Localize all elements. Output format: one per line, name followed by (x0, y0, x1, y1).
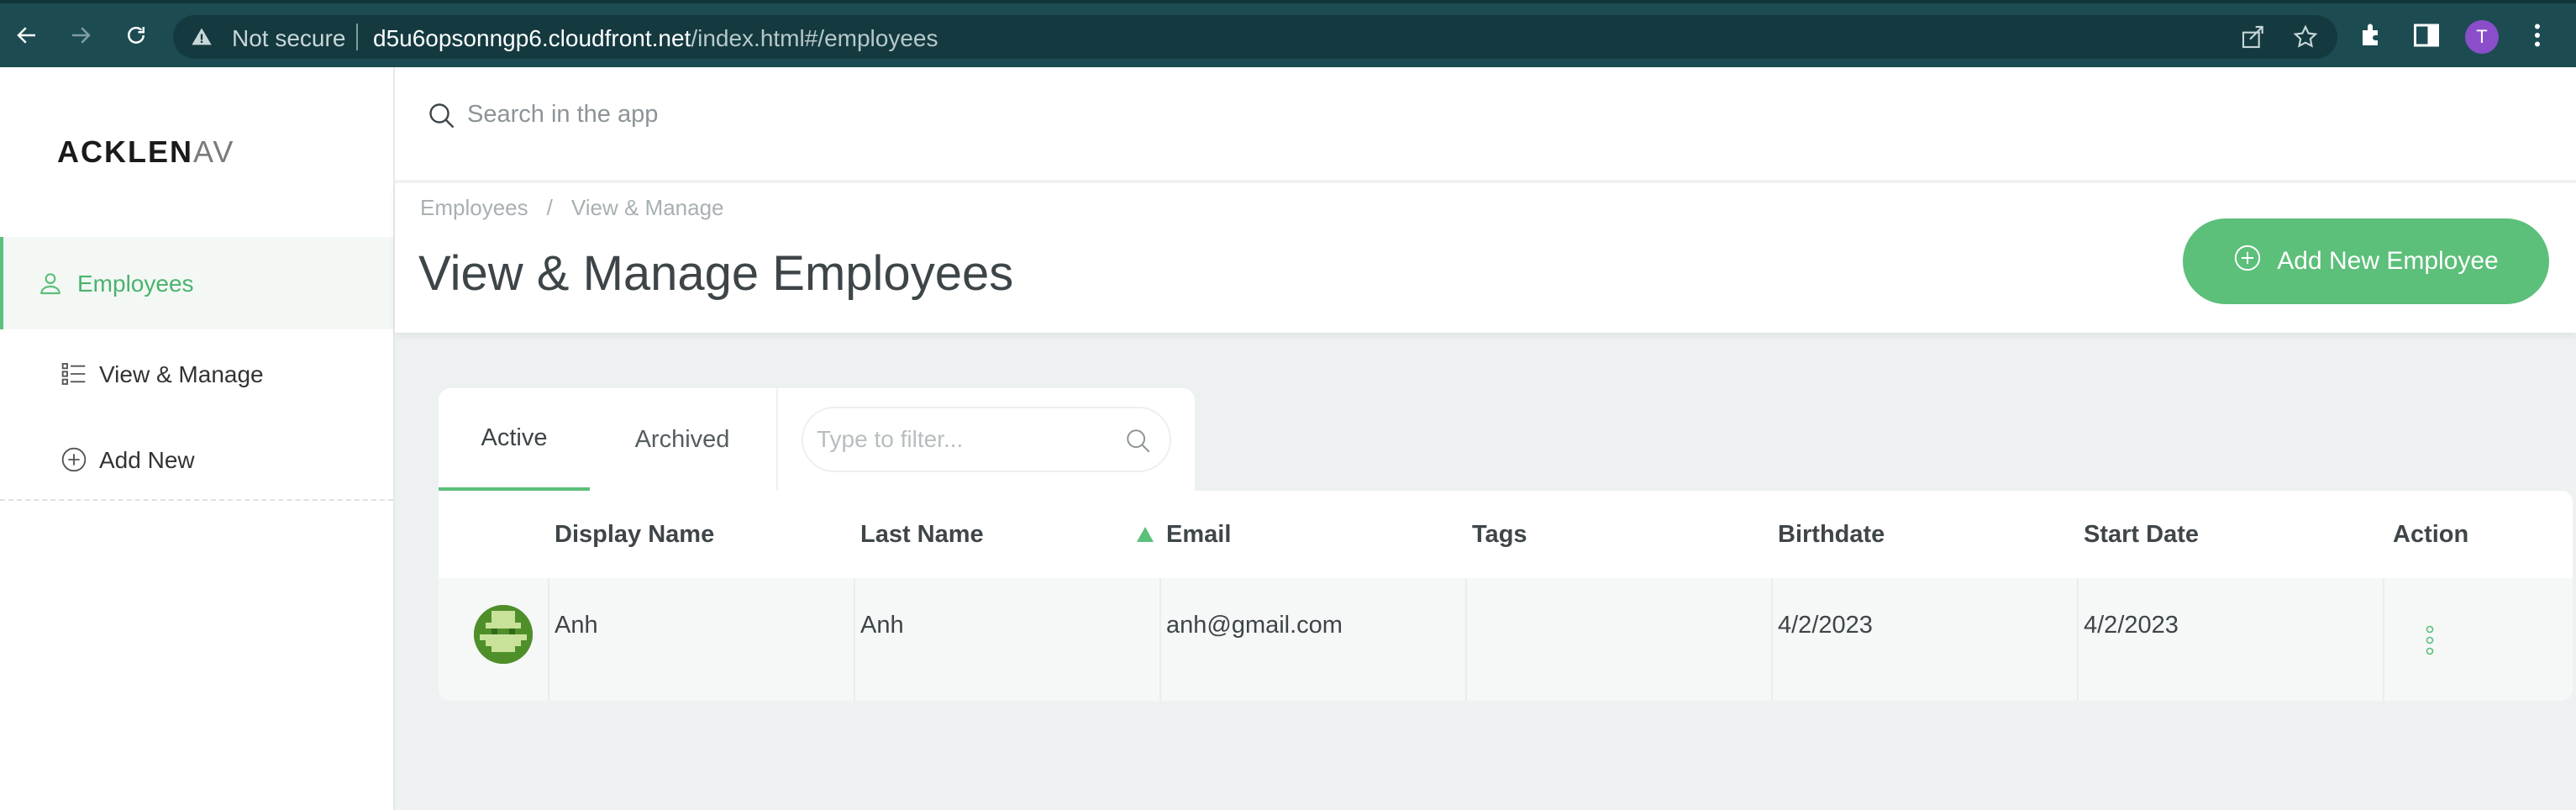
column-header-start-date[interactable]: Start Date (2084, 521, 2199, 549)
logo[interactable]: ACKLENAV (57, 134, 234, 170)
plus-circle-icon (60, 446, 87, 477)
browser-toolbar: Not secure d5u6opsonngp6.cloudfront.net/… (0, 0, 2576, 67)
profile-avatar[interactable]: T (2465, 20, 2499, 54)
cell-divider (1465, 578, 1467, 701)
app-search-bar[interactable]: Search in the app (395, 67, 2576, 181)
avatar (474, 605, 533, 664)
logo-bold: ACKLEN (57, 134, 193, 169)
side-panel-icon[interactable] (2411, 20, 2442, 55)
tab-archived[interactable]: Archived (590, 388, 775, 491)
search-input[interactable]: Search in the app (467, 101, 658, 129)
column-header-last-name[interactable]: Last Name (860, 521, 984, 549)
cell-divider (1159, 578, 1161, 701)
sidebar-item-label: View & Manage (99, 361, 264, 387)
back-icon[interactable] (10, 18, 44, 52)
sort-ascending-icon[interactable] (1136, 526, 1154, 547)
table-header: Display Name Last Name Email Tags Birthd… (439, 491, 2573, 578)
cell-divider (548, 578, 549, 701)
cell-email: anh@gmail.com (1166, 612, 1343, 639)
page-header: Employees / View & Manage View & Manage Em… (395, 183, 2576, 333)
tab-divider (776, 388, 778, 491)
sidebar-item-view-manage[interactable]: View & Manage (0, 328, 393, 415)
cell-start-date: 4/2/2023 (2084, 612, 2179, 639)
warning-icon[interactable] (190, 25, 213, 53)
cell-divider (854, 578, 855, 701)
cell-birthdate: 4/2/2023 (1778, 612, 1873, 639)
cell-display-name: Anh (555, 612, 598, 639)
sidebar-item-employees[interactable]: Employees (0, 237, 393, 329)
page-title: View & Manage Employees (418, 246, 1014, 301)
logo-fade: AV (193, 134, 235, 169)
column-header-email[interactable]: Email (1166, 521, 1231, 549)
address-bar[interactable]: Not secure d5u6opsonngp6.cloudfront.net/… (173, 15, 2337, 59)
user-icon (37, 270, 64, 301)
column-header-action: Action (2393, 521, 2469, 548)
reload-icon[interactable] (119, 18, 153, 52)
table-row[interactable]: Anh Anh anh@gmail.com 4/2/2023 4/2/2023 (439, 578, 2573, 701)
cell-last-name: Anh (860, 612, 904, 639)
forward-icon[interactable] (64, 18, 97, 52)
url-text[interactable]: d5u6opsonngp6.cloudfront.net/index.html#… (373, 25, 938, 52)
search-icon (427, 101, 457, 135)
extensions-icon[interactable] (2358, 20, 2388, 55)
main-content: Search in the app Employees / View & Manag… (395, 67, 2576, 810)
share-icon[interactable] (2240, 24, 2267, 55)
tab-active[interactable]: Active (439, 388, 590, 491)
sidebar-item-label: Add New (99, 447, 195, 473)
address-separator (356, 24, 358, 50)
breadcrumb-separator: / (546, 195, 553, 220)
filter-placeholder: Type to filter... (817, 426, 964, 452)
cell-divider (2077, 578, 2079, 701)
url-path: /index.html#/employees (691, 25, 938, 51)
employees-table: Display Name Last Name Email Tags Birthd… (439, 491, 2573, 701)
sidebar: ACKLENAV Employees View & Manage Add New (0, 67, 395, 810)
add-new-employee-button[interactable]: Add New Employee (2183, 218, 2549, 304)
cell-divider (1771, 578, 1773, 701)
breadcrumb-root[interactable]: Employees (420, 195, 528, 220)
sidebar-item-label: Employees (77, 271, 194, 297)
breadcrumb: Employees / View & Manage (420, 195, 724, 221)
row-actions-kebab-icon[interactable] (2425, 625, 2435, 660)
bookmark-star-icon[interactable] (2292, 24, 2319, 55)
url-host: d5u6opsonngp6.cloudfront.net (373, 25, 691, 51)
list-icon (60, 360, 87, 392)
add-button-label: Add New Employee (2277, 247, 2499, 275)
cell-divider (2383, 578, 2384, 701)
filter-input[interactable]: Type to filter... (802, 407, 1171, 472)
column-header-tags[interactable]: Tags (1472, 521, 1527, 549)
column-header-display-name[interactable]: Display Name (555, 521, 714, 549)
search-icon[interactable] (1124, 427, 1153, 460)
tabs-bar: Active Archived Type to filter... (439, 388, 1195, 491)
not-secure-label[interactable]: Not secure (232, 25, 345, 52)
breadcrumb-current: View & Manage (570, 195, 724, 220)
menu-kebab-icon[interactable] (2522, 20, 2552, 55)
plus-circle-icon (2233, 244, 2262, 279)
sidebar-item-add-new[interactable]: Add New (0, 413, 393, 501)
column-header-birthdate[interactable]: Birthdate (1778, 521, 1885, 549)
